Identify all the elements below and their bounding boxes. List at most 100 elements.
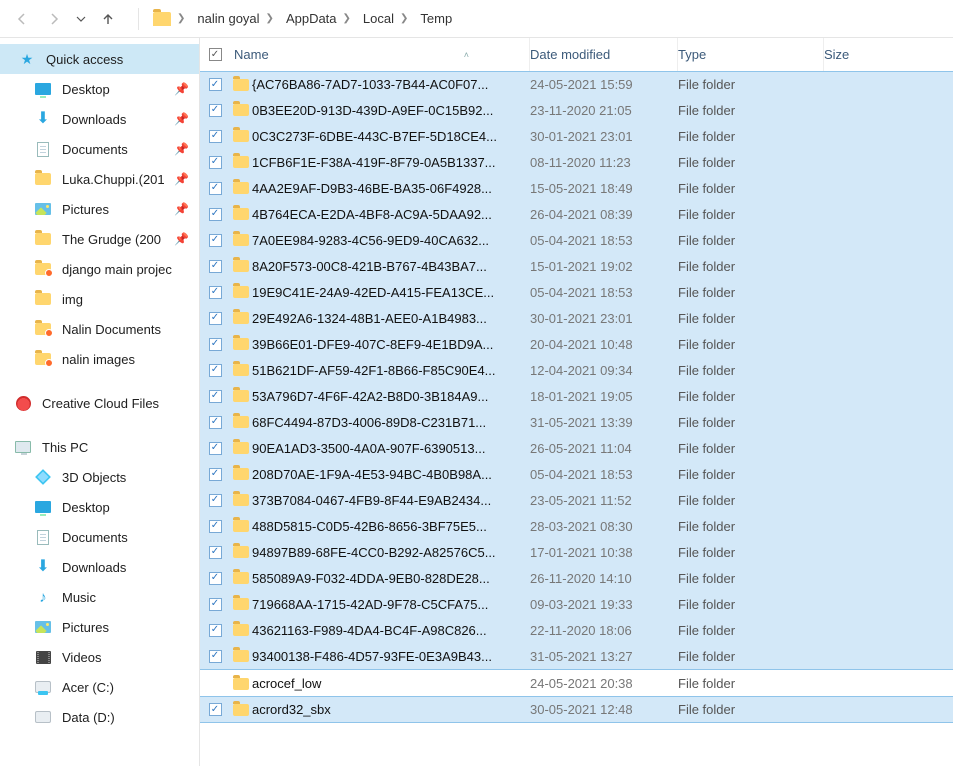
row-checkbox[interactable]: ✓ xyxy=(200,624,230,637)
row-checkbox[interactable]: ✓ xyxy=(200,208,230,221)
row-checkbox[interactable]: ✓ xyxy=(200,182,230,195)
table-row[interactable]: ✓1CFB6F1E-F38A-419F-8F79-0A5B1337...08-1… xyxy=(200,149,953,176)
back-button[interactable] xyxy=(8,5,36,33)
recent-locations-button[interactable] xyxy=(72,5,90,33)
table-row[interactable]: ✓53A796D7-4F6F-42A2-B8D0-3B184A9...18-01… xyxy=(200,383,953,410)
row-checkbox[interactable]: ✓ xyxy=(200,104,230,117)
breadcrumb-segment[interactable]: nalin goyal ❯ xyxy=(193,9,278,28)
row-checkbox[interactable]: ✓ xyxy=(200,442,230,455)
sidebar-item[interactable]: django main projec xyxy=(0,254,199,284)
sidebar-item[interactable]: Desktop📌 xyxy=(0,74,199,104)
table-row[interactable]: ✓7A0EE984-9283-4C56-9ED9-40CA632...05-04… xyxy=(200,227,953,254)
row-checkbox[interactable]: ✓ xyxy=(200,494,230,507)
table-row[interactable]: ✓4AA2E9AF-D9B3-46BE-BA35-06F4928...15-05… xyxy=(200,175,953,202)
sidebar-item[interactable]: 3D Objects xyxy=(0,462,199,492)
row-checkbox[interactable]: ✓ xyxy=(200,156,230,169)
table-row[interactable]: ✓0B3EE20D-913D-439D-A9EF-0C15B92...23-11… xyxy=(200,97,953,124)
row-checkbox[interactable]: ✓ xyxy=(200,546,230,559)
toolbar: ❯ nalin goyal ❯ AppData ❯ Local ❯ Temp xyxy=(0,0,953,38)
sidebar-item[interactable]: Documents📌 xyxy=(0,134,199,164)
sidebar-item[interactable]: Desktop xyxy=(0,492,199,522)
forward-button[interactable] xyxy=(40,5,68,33)
sidebar-item-label: Pictures xyxy=(62,202,109,217)
row-checkbox[interactable]: ✓ xyxy=(200,286,230,299)
row-checkbox[interactable]: ✓ xyxy=(200,572,230,585)
row-checkbox[interactable]: ✓ xyxy=(200,598,230,611)
folder-icon xyxy=(230,390,252,402)
sidebar-item[interactable]: Nalin Documents xyxy=(0,314,199,344)
row-checkbox[interactable]: ✓ xyxy=(200,338,230,351)
table-row[interactable]: ✓39B66E01-DFE9-407C-8EF9-4E1BD9A...20-04… xyxy=(200,331,953,358)
up-button[interactable] xyxy=(94,5,122,33)
row-checkbox[interactable]: ✓ xyxy=(200,130,230,143)
table-row[interactable]: ✓93400138-F486-4D57-93FE-0E3A9B43...31-0… xyxy=(200,643,953,670)
table-row[interactable]: ✓373B7084-0467-4FB9-8F44-E9AB2434...23-0… xyxy=(200,487,953,514)
file-date: 30-01-2021 23:01 xyxy=(530,311,678,326)
sidebar-item[interactable]: img xyxy=(0,284,199,314)
sidebar-item[interactable]: The Grudge (200📌 xyxy=(0,224,199,254)
breadcrumb-root[interactable]: ❯ xyxy=(149,10,189,28)
table-row[interactable]: ✓90EA1AD3-3500-4A0A-907F-6390513...26-05… xyxy=(200,435,953,462)
row-checkbox[interactable]: ✓ xyxy=(200,520,230,533)
file-date: 05-04-2021 18:53 xyxy=(530,285,678,300)
folder-icon xyxy=(153,12,171,26)
table-row[interactable]: ✓719668AA-1715-42AD-9F78-C5CFA75...09-03… xyxy=(200,591,953,618)
sidebar-item[interactable]: ♪Music xyxy=(0,582,199,612)
row-checkbox[interactable]: ✓ xyxy=(200,703,230,716)
table-row[interactable]: ✓208D70AE-1F9A-4E53-94BC-4B0B98A...05-04… xyxy=(200,461,953,488)
table-row[interactable]: ✓51B621DF-AF59-42F1-8B66-F85C90E4...12-0… xyxy=(200,357,953,384)
sidebar-item-label: Creative Cloud Files xyxy=(42,396,159,411)
table-row[interactable]: ✓94897B89-68FE-4CC0-B292-A82576C5...17-0… xyxy=(200,539,953,566)
file-date: 31-05-2021 13:39 xyxy=(530,415,678,430)
select-all-checkbox[interactable]: ✓ xyxy=(200,48,230,61)
sidebar-item[interactable]: ⬇Downloads xyxy=(0,552,199,582)
table-row[interactable]: ✓488D5815-C0D5-42B6-8656-3BF75E5...28-03… xyxy=(200,513,953,540)
sidebar-item-quick-access[interactable]: ★ Quick access xyxy=(0,44,199,74)
table-row[interactable]: ✓585089A9-F032-4DDA-9EB0-828DE28...26-11… xyxy=(200,565,953,592)
breadcrumb-segment[interactable]: Local ❯ xyxy=(359,9,412,28)
sidebar-item[interactable]: Acer (C:) xyxy=(0,672,199,702)
table-row[interactable]: ✓{AC76BA86-7AD7-1033-7B44-AC0F07...24-05… xyxy=(200,71,953,98)
file-date: 09-03-2021 19:33 xyxy=(530,597,678,612)
sidebar-item[interactable]: Pictures xyxy=(0,612,199,642)
sidebar-item-label: Data (D:) xyxy=(62,710,115,725)
table-row[interactable]: ✓4B764ECA-E2DA-4BF8-AC9A-5DAA92...26-04-… xyxy=(200,201,953,228)
table-row[interactable]: ✓acrord32_sbx30-05-2021 12:48File folder xyxy=(200,696,953,723)
breadcrumb[interactable]: ❯ nalin goyal ❯ AppData ❯ Local ❯ Temp xyxy=(149,9,456,28)
row-checkbox[interactable]: ✓ xyxy=(200,78,230,91)
checkbox-checked-icon: ✓ xyxy=(209,208,222,221)
column-header-type[interactable]: Type xyxy=(678,38,824,71)
sidebar-item[interactable]: nalin images xyxy=(0,344,199,374)
table-row[interactable]: ✓43621163-F989-4DA4-BC4F-A98C826...22-11… xyxy=(200,617,953,644)
table-row[interactable]: ✓0C3C273F-6DBE-443C-B7EF-5D18CE4...30-01… xyxy=(200,123,953,150)
file-type: File folder xyxy=(678,467,824,482)
sidebar-item[interactable]: Pictures📌 xyxy=(0,194,199,224)
file-type: File folder xyxy=(678,311,824,326)
sidebar-item-this-pc[interactable]: This PC xyxy=(0,432,199,462)
table-row[interactable]: ✓19E9C41E-24A9-42ED-A415-FEA13CE...05-04… xyxy=(200,279,953,306)
sidebar-item[interactable]: Documents xyxy=(0,522,199,552)
sidebar-item[interactable]: Data (D:) xyxy=(0,702,199,732)
row-checkbox[interactable]: ✓ xyxy=(200,416,230,429)
row-checkbox[interactable]: ✓ xyxy=(200,390,230,403)
table-row[interactable]: acrocef_low24-05-2021 20:38File folder xyxy=(200,670,953,697)
breadcrumb-segment[interactable]: Temp xyxy=(416,9,456,28)
row-checkbox[interactable]: ✓ xyxy=(200,234,230,247)
table-row[interactable]: ✓8A20F573-00C8-421B-B767-4B43BA7...15-01… xyxy=(200,253,953,280)
row-checkbox[interactable]: ✓ xyxy=(200,650,230,663)
sidebar-item-creative-cloud[interactable]: Creative Cloud Files xyxy=(0,388,199,418)
sidebar-item[interactable]: ⬇Downloads📌 xyxy=(0,104,199,134)
table-row[interactable]: ✓68FC4494-87D3-4006-89D8-C231B71...31-05… xyxy=(200,409,953,436)
row-checkbox[interactable]: ✓ xyxy=(200,260,230,273)
column-header-date[interactable]: Date modified xyxy=(530,38,678,71)
sidebar-item[interactable]: Videos xyxy=(0,642,199,672)
table-row[interactable]: ✓29E492A6-1324-48B1-AEE0-A1B4983...30-01… xyxy=(200,305,953,332)
sidebar-item[interactable]: Luka.Chuppi.(201📌 xyxy=(0,164,199,194)
row-checkbox[interactable]: ✓ xyxy=(200,312,230,325)
row-checkbox[interactable]: ✓ xyxy=(200,364,230,377)
breadcrumb-segment[interactable]: AppData ❯ xyxy=(282,9,355,28)
row-checkbox[interactable]: ✓ xyxy=(200,468,230,481)
column-header-size[interactable]: Size xyxy=(824,47,953,62)
drive-icon xyxy=(34,708,52,726)
column-header-name[interactable]: Name ˄ xyxy=(230,38,530,71)
